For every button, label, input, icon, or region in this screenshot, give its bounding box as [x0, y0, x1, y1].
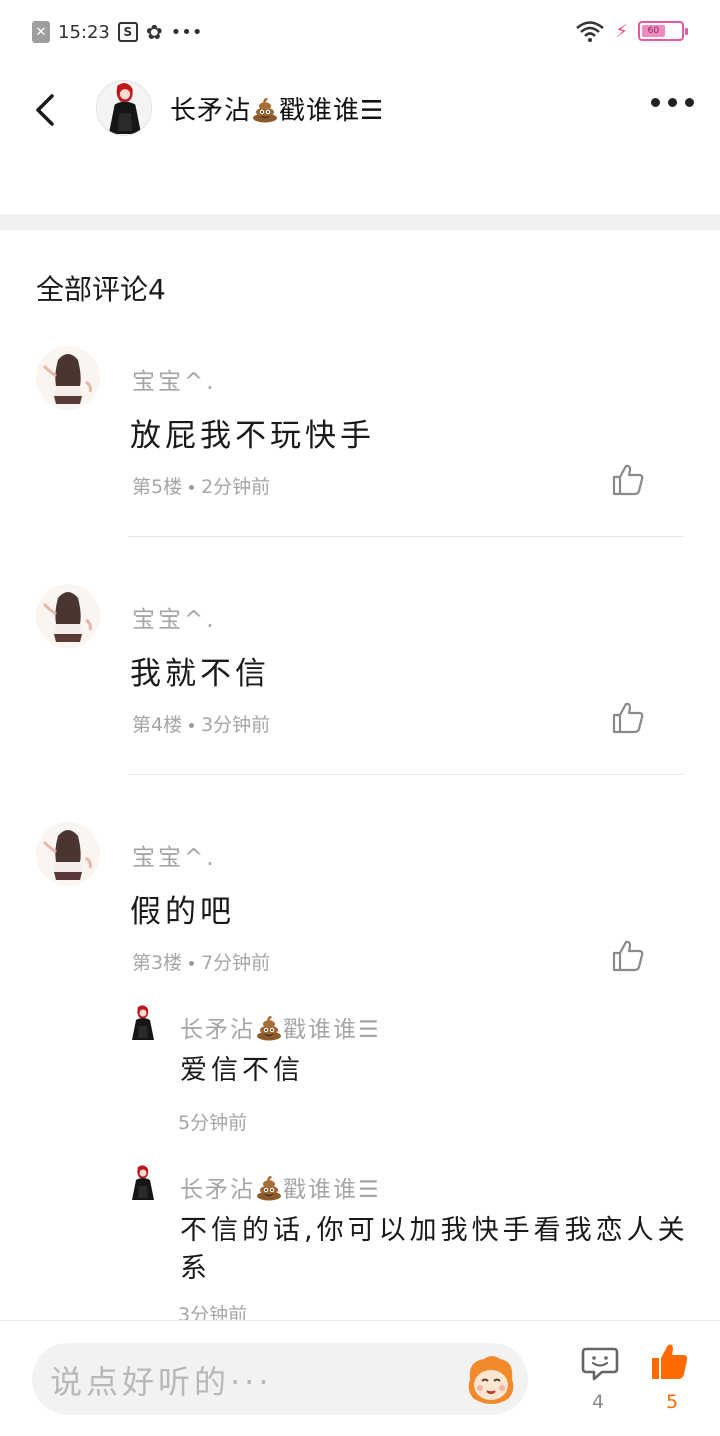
battery-level: 60 [642, 25, 665, 37]
reply-author-part2: 戳谁谁☰ [283, 1177, 381, 1203]
back-icon[interactable] [30, 90, 64, 130]
post-header: 长矛沾 戳谁谁☰ [0, 64, 720, 154]
comment-time: 7分钟前 [201, 952, 271, 974]
comment-separator [128, 536, 684, 537]
reply-author-name[interactable]: 长矛沾 戳谁谁☰ [180, 1170, 381, 1204]
comment-icon[interactable] [580, 1343, 620, 1383]
comment-meta: 第4楼 3分钟前 [132, 710, 270, 737]
commenter-avatar[interactable] [36, 584, 100, 648]
reply-avatar[interactable] [128, 1004, 158, 1042]
author-avatar[interactable] [96, 80, 152, 136]
comment-input-placeholder: 说点好听的··· [50, 1363, 273, 1401]
comment-meta: 第3楼 7分钟前 [132, 948, 270, 975]
comment-meta: 第5楼 2分钟前 [132, 472, 270, 499]
author-name-part2: 戳谁谁☰ [279, 96, 385, 126]
reply-text: 爱信不信 [180, 1055, 304, 1086]
comment-text: 假的吧 [130, 894, 235, 930]
reply-time: 5分钟前 [178, 1112, 248, 1134]
poo-emoji-icon [255, 1173, 283, 1201]
like-icon[interactable] [610, 938, 646, 974]
comment-text: 我就不信 [130, 656, 270, 692]
like-icon[interactable] [610, 700, 646, 736]
fan-icon: ✿ [145, 20, 163, 44]
comment-text: 放屁我不玩快手 [130, 418, 375, 454]
wifi-icon [576, 21, 605, 42]
author-name[interactable]: 长矛沾 戳谁谁☰ [170, 90, 384, 127]
comments-heading: 全部评论4 [36, 273, 166, 306]
charging-icon: ⚡ [615, 20, 628, 42]
notification-icon: ✕ [32, 21, 50, 43]
reply-author-part1: 长矛沾 [180, 1017, 255, 1043]
status-time: 15:23 [58, 21, 110, 43]
battery-icon: 60 [638, 21, 688, 41]
like-filled-icon[interactable] [648, 1341, 690, 1383]
app-notification-icon: S [117, 22, 138, 42]
reply-avatar[interactable] [128, 1164, 158, 1202]
comment-floor: 第3楼 [132, 952, 183, 974]
status-left: ✕ 15:23 S ✿ ••• [32, 20, 203, 44]
commenter-avatar[interactable] [36, 346, 100, 410]
comment-floor: 第5楼 [132, 476, 183, 498]
section-divider [0, 214, 720, 230]
poo-emoji-icon [251, 95, 279, 123]
status-right: ⚡ 60 [575, 20, 688, 42]
like-count: 5 [666, 1391, 679, 1413]
comment-time: 3分钟前 [201, 714, 271, 736]
status-bar: ✕ 15:23 S ✿ ••• ⚡ 60 [0, 0, 720, 64]
more-notifications-icon: ••• [170, 21, 203, 43]
reply-author-part1: 长矛沾 [180, 1177, 255, 1203]
reply-author-name[interactable]: 长矛沾 戳谁谁☰ [180, 1010, 381, 1044]
comment-time: 2分钟前 [201, 476, 271, 498]
commenter-name[interactable]: 宝宝^. [132, 362, 217, 396]
bottom-bar: 说点好听的··· 4 5 [0, 1320, 720, 1436]
commenter-name[interactable]: 宝宝^. [132, 600, 217, 634]
like-icon[interactable] [610, 462, 646, 498]
comment-count: 4 [592, 1391, 605, 1413]
comment-floor: 第4楼 [132, 714, 183, 736]
more-options-icon[interactable] [651, 98, 694, 107]
emoji-picker-icon[interactable] [462, 1351, 520, 1409]
comment-input[interactable]: 说点好听的··· [32, 1343, 528, 1415]
reply-text: 不信的话,你可以加我快手看我恋人关系 [180, 1215, 689, 1284]
comment-separator [128, 774, 684, 775]
reply-author-part2: 戳谁谁☰ [283, 1017, 381, 1043]
commenter-avatar[interactable] [36, 822, 100, 886]
author-name-part1: 长矛沾 [170, 96, 252, 126]
poo-emoji-icon [255, 1013, 283, 1041]
commenter-name[interactable]: 宝宝^. [132, 838, 217, 872]
